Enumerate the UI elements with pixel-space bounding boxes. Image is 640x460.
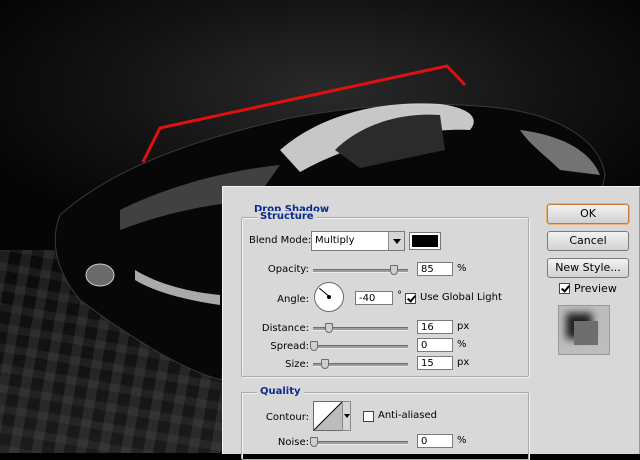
use-global-light-label: Use Global Light — [420, 292, 502, 303]
use-global-light-checkbox[interactable] — [405, 293, 416, 304]
ok-button[interactable]: OK — [547, 204, 629, 224]
contour-dropdown[interactable] — [342, 401, 351, 431]
distance-slider-thumb[interactable] — [325, 323, 333, 333]
spread-slider-track[interactable] — [313, 345, 408, 349]
noise-slider-thumb[interactable] — [310, 437, 318, 447]
cancel-button[interactable]: Cancel — [547, 231, 629, 251]
distance-label: Distance: — [261, 323, 309, 334]
distance-unit: px — [457, 321, 470, 332]
quality-title: Quality — [257, 386, 304, 397]
structure-title: Structure — [257, 211, 317, 222]
noise-unit: % — [457, 435, 467, 446]
spread-label: Spread: — [270, 341, 309, 352]
anti-aliased-label: Anti-aliased — [378, 410, 438, 421]
shadow-color-swatch[interactable] — [409, 232, 441, 250]
size-label: Size: — [285, 359, 309, 370]
size-input[interactable]: 15 — [417, 356, 453, 370]
opacity-unit: % — [457, 263, 467, 274]
blend-mode-label: Blend Mode: — [249, 235, 312, 246]
style-preview-thumbnail — [558, 305, 610, 355]
preview-label: Preview — [574, 282, 617, 295]
preview-square — [574, 321, 598, 345]
spread-input[interactable]: 0 — [417, 338, 453, 352]
blend-mode-select[interactable]: Multiply — [311, 231, 405, 251]
angle-label: Angle: — [277, 294, 309, 305]
noise-input[interactable]: 0 — [417, 434, 453, 448]
noise-slider-track[interactable] — [313, 441, 408, 445]
contour-curve-icon — [314, 402, 342, 430]
quality-group — [241, 392, 529, 460]
opacity-slider-thumb[interactable] — [389, 265, 398, 275]
size-slider-thumb[interactable] — [321, 359, 329, 369]
drop-shadow-panel: Drop Shadow Structure Blend Mode: Multip… — [231, 193, 537, 460]
chevron-down-icon[interactable] — [388, 232, 404, 250]
contour-picker[interactable] — [313, 401, 343, 431]
opacity-label: Opacity: — [267, 264, 309, 275]
preview-checkbox[interactable] — [559, 283, 570, 294]
anti-aliased-checkbox[interactable] — [363, 411, 374, 422]
blend-mode-value: Multiply — [315, 235, 355, 246]
contour-label: Contour: — [265, 412, 309, 423]
angle-unit: ° — [397, 290, 402, 301]
opacity-input[interactable]: 85 — [417, 262, 453, 276]
noise-label: Noise: — [277, 437, 309, 448]
spread-slider-thumb[interactable] — [310, 341, 318, 351]
distance-input[interactable]: 16 — [417, 320, 453, 334]
new-style-button[interactable]: New Style... — [547, 258, 629, 278]
layer-style-dialog: Drop Shadow Structure Blend Mode: Multip… — [222, 186, 640, 460]
car-badge — [85, 263, 115, 287]
angle-dial[interactable] — [314, 282, 344, 312]
angle-dial-center — [327, 295, 331, 299]
spread-unit: % — [457, 339, 467, 350]
size-unit: px — [457, 357, 470, 368]
angle-input[interactable]: -40 — [355, 291, 393, 305]
